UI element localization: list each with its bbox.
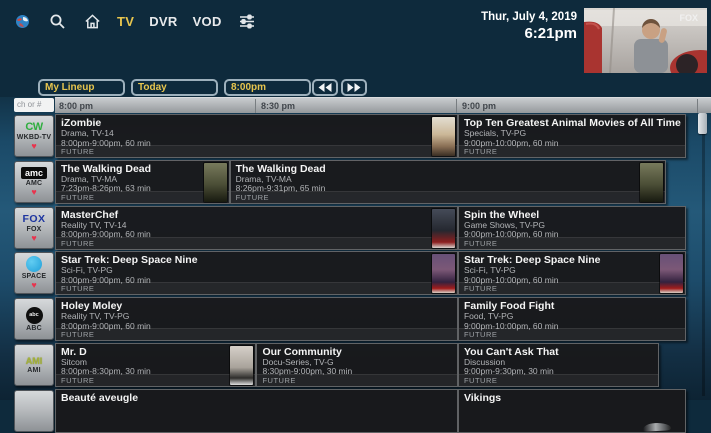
cw-logo-icon: CW [25,121,42,133]
program-title: The Walking Dead [56,161,201,175]
program-cell[interactable]: Spin the WheelGame Shows, TV-PG9:00pm-10… [458,206,686,250]
mr-d-poster-thumbnail [230,346,253,385]
izombie-poster-thumbnail [432,117,455,156]
ds9-poster-thumbnail [660,254,683,293]
program-status-badge: FUTURE [56,191,229,203]
program-genre: Sitcom [56,358,227,368]
program-status-badge: FUTURE [257,374,456,386]
walking-dead-poster-thumbnail [640,163,663,202]
program-status-badge: FUTURE [459,237,685,249]
program-status-badge: FUTURE [56,328,457,340]
program-status-badge: FUTURE [56,145,457,157]
ds9-poster-thumbnail [432,254,455,293]
program-title: Family Food Fight [459,298,685,312]
program-title: iZombie [56,115,429,129]
ami-logo-icon: AMI [26,356,43,366]
program-genre: Sci-Fi, TV-PG [56,266,429,276]
program-cell[interactable]: You Can't Ask ThatDiscussion9:00pm-9:30p… [458,343,659,387]
favorite-heart-icon: ♥ [31,142,36,151]
program-title: Holey Moley [56,298,457,312]
channel-cell-fox[interactable]: FOXFOX♥ [14,207,54,249]
program-status-badge: FUTURE [459,145,685,157]
scrollbar-thumb[interactable] [698,113,707,134]
program-cell[interactable]: MasterChefReality TV, TV-148:00pm-9:00pm… [55,206,458,250]
program-title: Mr. D [56,344,227,358]
program-genre: Drama, TV-MA [56,175,201,185]
program-title: Spin the Wheel [459,207,685,221]
program-title: Top Ten Greatest Animal Movies of All Ti… [459,115,685,129]
program-genre: Game Shows, TV-PG [459,221,685,231]
program-title: Beauté aveugle [56,390,457,404]
program-cell[interactable]: The Walking DeadDrama, TV-MA7:23pm-8:26p… [55,160,230,204]
program-cell[interactable]: iZombieDrama, TV-148:00pm-9:00pm, 60 min… [55,114,458,158]
channel-cell-space[interactable]: SPACE♥ [14,252,54,294]
program-cell[interactable]: Beauté aveugle [55,389,458,433]
channel-callsign: AMC [26,180,43,187]
program-status-badge: FUTURE [459,374,658,386]
program-cell[interactable]: Vikings [458,389,686,433]
channel-cell-abc[interactable]: abcABC [14,298,54,340]
program-genre: Reality TV, TV-14 [56,221,429,231]
favorite-heart-icon: ♥ [31,188,36,197]
program-genre: Reality TV, TV-PG [56,312,457,322]
program-title: Vikings [459,390,685,404]
channel-cell-wkbd-tv[interactable]: CWWKBD-TV♥ [14,115,54,157]
program-cell[interactable]: Star Trek: Deep Space NineSci-Fi, TV-PG8… [55,251,458,295]
program-grid: CWWKBD-TV♥iZombieDrama, TV-148:00pm-9:00… [0,0,711,400]
program-genre: Drama, TV-MA [231,175,638,185]
channel-callsign: WKBD-TV [17,134,51,141]
program-genre: Specials, TV-PG [459,129,685,139]
program-genre: Sci-Fi, TV-PG [459,266,657,276]
channel-callsign: SPACE [22,273,47,280]
favorite-heart-icon: ♥ [31,234,36,243]
program-title: You Can't Ask That [459,344,658,358]
masterchef-poster-thumbnail [432,209,455,248]
fox-logo-icon: FOX [22,213,45,225]
program-status-badge: FUTURE [56,374,255,386]
program-cell[interactable]: The Walking DeadDrama, TV-MA8:26pm-9:31p… [230,160,667,204]
space-logo-icon [26,256,42,272]
program-cell[interactable]: Top Ten Greatest Animal Movies of All Ti… [458,114,686,158]
favorite-heart-icon: ♥ [31,281,36,290]
channel-cell-blank[interactable] [14,390,54,432]
program-cell[interactable]: Holey MoleyReality TV, TV-PG8:00pm-9:00p… [55,297,458,341]
scrollbar-track[interactable] [702,113,705,396]
program-status-badge: FUTURE [459,328,685,340]
program-cell[interactable]: Star Trek: Deep Space NineSci-Fi, TV-PG9… [458,251,686,295]
amc-logo-icon: amc [21,167,47,179]
program-title: MasterChef [56,207,429,221]
program-genre: Food, TV-PG [459,312,685,322]
program-cell[interactable]: Our CommunityDocu-Series, TV-G8:30pm-9:0… [256,343,457,387]
program-genre: Docu-Series, TV-G [257,358,456,368]
program-status-badge: FUTURE [459,282,685,294]
program-genre: Discussion [459,358,658,368]
program-title: Star Trek: Deep Space Nine [459,252,657,266]
program-title: The Walking Dead [231,161,638,175]
walking-dead-poster-thumbnail [204,163,227,202]
channel-cell-amc[interactable]: amcAMC♥ [14,161,54,203]
abc-logo-icon: abc [26,307,43,324]
channel-callsign: AMI [27,367,40,374]
program-title: Star Trek: Deep Space Nine [56,252,429,266]
channel-callsign: ABC [26,325,42,332]
channel-cell-ami[interactable]: AMIAMI [14,344,54,386]
program-cell[interactable]: Mr. DSitcom8:00pm-8:30pm, 30 minFUTURE [55,343,256,387]
page-curl-shadow [643,422,671,431]
program-status-badge: FUTURE [56,237,457,249]
program-genre: Drama, TV-14 [56,129,429,139]
program-status-badge: FUTURE [231,191,666,203]
program-title: Our Community [257,344,456,358]
program-cell[interactable]: Family Food FightFood, TV-PG9:00pm-10:00… [458,297,686,341]
channel-callsign: FOX [27,226,42,233]
program-status-badge: FUTURE [56,282,457,294]
